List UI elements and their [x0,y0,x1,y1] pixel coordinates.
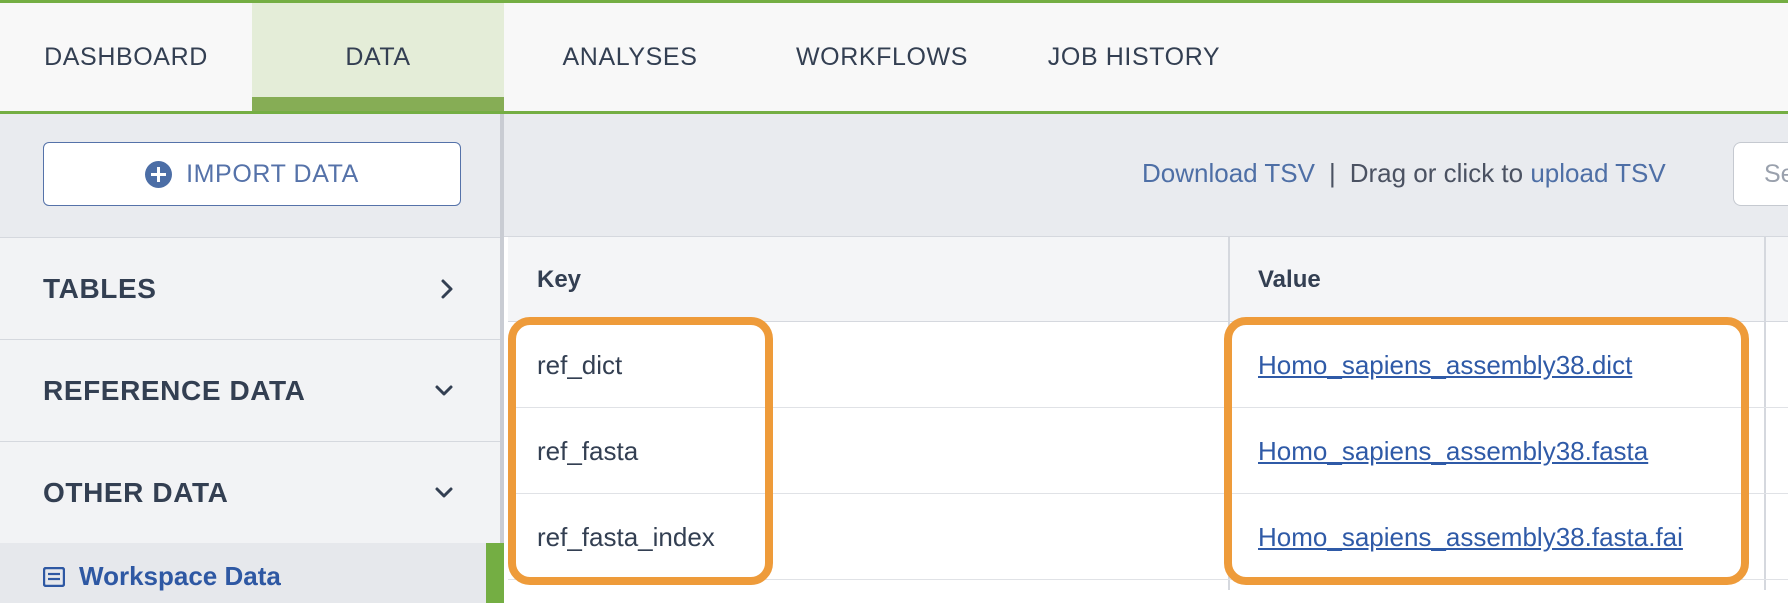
tab-label: DASHBOARD [44,42,208,71]
section-label: TABLES [43,272,157,304]
main-tab-bar: DASHBOARD DATA ANALYSES WORKFLOWS JOB HI… [0,3,1788,114]
chevron-down-icon [434,384,454,398]
workspace-data-table: Key Value ref_dict Homo_sapiens_assembly… [508,237,1788,590]
tab-label: ANALYSES [562,42,698,71]
sidebar-section-tables[interactable]: TABLES [0,237,500,339]
plus-circle-icon [145,160,173,188]
tab-label: JOB HISTORY [1047,42,1221,71]
tab-data[interactable]: DATA [252,3,504,111]
key-cell: ref_dict [537,349,623,380]
section-label: REFERENCE DATA [43,374,306,406]
value-link[interactable]: Homo_sapiens_assembly38.fasta [1258,408,1648,494]
selected-item-marker [486,543,504,603]
tab-label: DATA [345,42,411,71]
sidebar-item-workspace-data[interactable]: Workspace Data [0,543,500,603]
import-data-label: IMPORT DATA [186,159,359,188]
sidebar-section-other-data[interactable]: OTHER DATA [0,441,500,543]
table-header: Key Value [508,237,1788,322]
active-tab-indicator [252,97,504,111]
chevron-right-icon [440,278,454,300]
section-label: OTHER DATA [43,476,229,508]
tab-label: WORKFLOWS [795,42,969,71]
value-link[interactable]: Homo_sapiens_assembly38.dict [1258,322,1632,408]
chevron-down-icon [434,486,454,500]
value-link[interactable]: Homo_sapiens_assembly38.fasta.fai [1258,494,1683,580]
table-row: ref_fasta_index Homo_sapiens_assembly38.… [508,494,1788,580]
tab-workflows[interactable]: WORKFLOWS [778,3,986,111]
tab-job-history[interactable]: JOB HISTORY [1030,3,1238,111]
key-cell: ref_fasta [537,435,639,466]
data-toolbar: Download TSV | Drag or click to upload TSV [504,114,1788,237]
column-header-value: Value [1258,265,1321,293]
separator: | [1328,158,1336,188]
tab-analyses[interactable]: ANALYSES [540,3,720,111]
table-row: ref_dict Homo_sapiens_assembly38.dict [508,322,1788,408]
download-tsv-link[interactable]: Download TSV [1142,158,1315,188]
search-input[interactable] [1733,142,1788,206]
column-header-key: Key [537,265,582,293]
workspace-data-label: Workspace Data [79,561,281,591]
table-row: ref_fasta Homo_sapiens_assembly38.fasta [508,408,1788,494]
list-icon [42,566,66,592]
key-cell: ref_fasta_index [537,521,715,552]
tab-dashboard[interactable]: DASHBOARD [0,3,252,111]
tsv-actions: Download TSV | Drag or click to upload TSV [1142,158,1666,189]
data-sidebar: IMPORT DATA TABLES REFERENCE DATA OTHER … [0,114,504,603]
upload-tsv-link[interactable]: upload TSV [1530,158,1665,188]
import-data-button[interactable]: IMPORT DATA [43,142,461,206]
sidebar-section-reference-data[interactable]: REFERENCE DATA [0,339,500,441]
drag-upload-text: Drag or click to [1349,158,1524,188]
